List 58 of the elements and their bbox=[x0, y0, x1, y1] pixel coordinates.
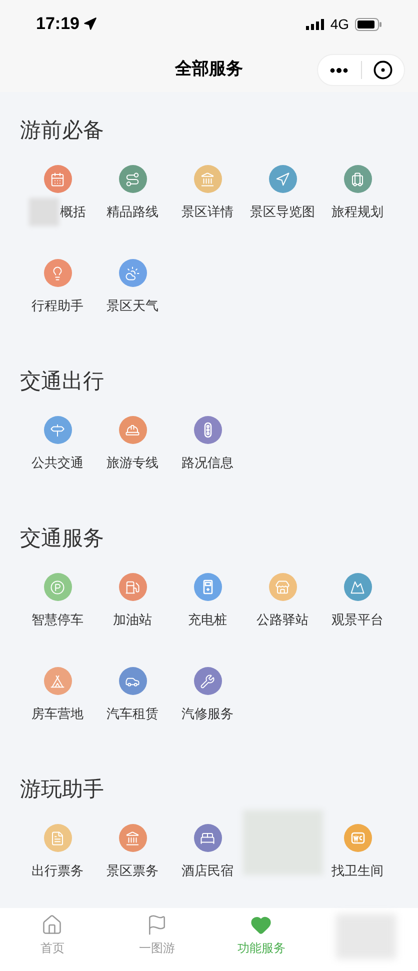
service-item[interactable]: 汽车租赁 bbox=[95, 667, 170, 724]
location-arrow-icon bbox=[83, 17, 98, 31]
target-icon bbox=[372, 60, 393, 80]
service-label: 出行票务 bbox=[32, 862, 84, 880]
service-item[interactable]: 路况信息 bbox=[170, 416, 245, 473]
service-label: 房车营地 bbox=[32, 705, 84, 723]
service-item[interactable]: 房车营地 bbox=[20, 667, 95, 724]
battery-icon bbox=[355, 18, 382, 30]
service-label: 智慧停车 bbox=[32, 611, 84, 629]
service-item[interactable]: 充电桩 bbox=[170, 573, 245, 630]
service-label: 公路驿站 bbox=[256, 611, 308, 629]
service-item[interactable]: 出行票务 bbox=[20, 824, 95, 881]
service-label: 观景平台 bbox=[332, 611, 384, 629]
page-title: 全部服务 bbox=[175, 58, 243, 80]
service-label: 旅游专线 bbox=[106, 454, 158, 472]
heart-icon bbox=[250, 914, 272, 936]
service-label: 充电桩 bbox=[188, 611, 227, 629]
service-item[interactable]: 景区票务 bbox=[95, 824, 170, 881]
service-item[interactable]: 景区天气 bbox=[95, 259, 170, 316]
service-label: 行程助手 bbox=[32, 297, 84, 315]
service-label: 公共交通 bbox=[32, 454, 84, 472]
service-label: 路况信息 bbox=[182, 454, 234, 472]
section-title: 交通出行 bbox=[19, 369, 105, 395]
service-item[interactable]: 行程助手 bbox=[20, 259, 95, 316]
service-label: 汽修服务 bbox=[182, 705, 234, 723]
service-item[interactable]: 智慧停车 bbox=[20, 573, 95, 630]
service-label: 概括 bbox=[60, 203, 86, 221]
service-item[interactable]: 汽修服务 bbox=[170, 667, 245, 724]
service-label: 酒店民宿 bbox=[182, 862, 234, 880]
service-item[interactable]: 公共交通 bbox=[20, 416, 95, 473]
status-time: 17:19 bbox=[36, 13, 80, 36]
service-item[interactable]: 景区导览图 bbox=[245, 165, 320, 222]
home-icon bbox=[41, 914, 64, 936]
service-label: 找卫生间 bbox=[332, 862, 384, 880]
blurred-area bbox=[29, 198, 59, 226]
section-title: 交通服务 bbox=[19, 526, 105, 552]
service-label: 汽车租赁 bbox=[106, 705, 158, 723]
service-item[interactable]: 旅程规划 bbox=[320, 165, 395, 222]
service-label: 旅程规划 bbox=[332, 203, 384, 221]
service-item[interactable]: 找卫生间 bbox=[320, 824, 395, 881]
service-label: 景区票务 bbox=[106, 862, 158, 880]
service-item[interactable]: 概括 bbox=[20, 165, 95, 222]
section-title: 游前必备 bbox=[19, 118, 105, 144]
service-label: 加油站 bbox=[113, 611, 152, 629]
more-icon bbox=[330, 68, 348, 72]
service-item[interactable]: 观景平台 bbox=[320, 573, 395, 630]
section-title: 游玩助手 bbox=[19, 777, 105, 803]
network-type: 4G bbox=[330, 14, 349, 34]
service-item[interactable]: 精品路线 bbox=[95, 165, 170, 222]
service-label: 景区详情 bbox=[182, 203, 234, 221]
service-label: 景区导览图 bbox=[250, 203, 315, 221]
service-item[interactable]: 公路驿站 bbox=[245, 573, 320, 630]
service-item[interactable]: 加油站 bbox=[95, 573, 170, 630]
service-label: 精品路线 bbox=[106, 203, 158, 221]
service-label: 景区天气 bbox=[106, 297, 158, 315]
signal-icon bbox=[306, 18, 324, 30]
service-item[interactable]: 旅游专线 bbox=[95, 416, 170, 473]
service-item[interactable]: 景区详情 bbox=[170, 165, 245, 222]
